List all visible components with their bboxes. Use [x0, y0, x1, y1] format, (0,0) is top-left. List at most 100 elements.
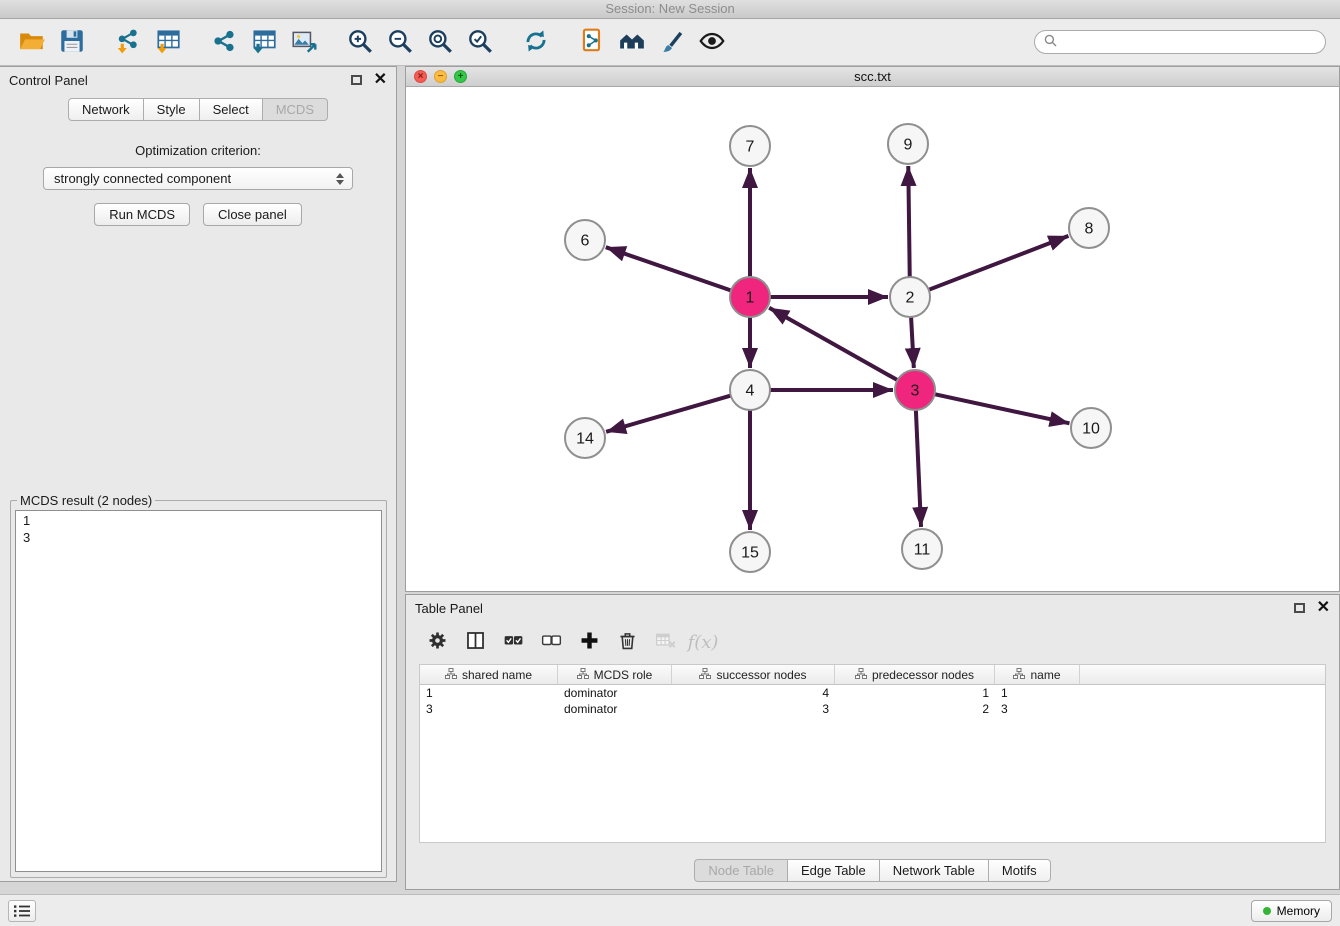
- node-7[interactable]: 7: [730, 126, 770, 166]
- table-tab-node-table[interactable]: Node Table: [694, 859, 788, 882]
- delete-table-button[interactable]: [650, 628, 680, 656]
- image-export-icon: [290, 27, 318, 58]
- node-4[interactable]: 4: [730, 370, 770, 410]
- svg-text:8: 8: [1085, 221, 1094, 238]
- edge-3-10[interactable]: [935, 394, 1070, 423]
- apply-layout-button[interactable]: [516, 23, 556, 61]
- search-input[interactable]: [1063, 35, 1316, 49]
- node-3[interactable]: 3: [895, 370, 935, 410]
- deselect-all-rows-button[interactable]: [536, 628, 566, 656]
- trash-icon: [616, 629, 639, 655]
- optimization-criterion-select[interactable]: strongly connected component: [43, 167, 353, 190]
- node-15[interactable]: 15: [730, 532, 770, 572]
- zoom-fit-content-button[interactable]: [420, 23, 460, 61]
- column-header-name[interactable]: name: [995, 665, 1080, 685]
- column-header-shared-name[interactable]: shared name: [420, 665, 558, 685]
- apply-style-button[interactable]: [652, 23, 692, 61]
- svg-text:2: 2: [906, 290, 915, 307]
- edge-4-14[interactable]: [606, 396, 731, 432]
- table-row[interactable]: 1dominator411: [420, 685, 1325, 701]
- unchecked-boxes-icon: [540, 629, 563, 655]
- table-row[interactable]: 3dominator323: [420, 701, 1325, 717]
- node-11[interactable]: 11: [902, 529, 942, 569]
- network-overview-home-button[interactable]: [612, 23, 652, 61]
- float-table-panel-icon[interactable]: [1294, 603, 1305, 613]
- mcds-result-title: MCDS result (2 nodes): [17, 493, 155, 508]
- save-session-button[interactable]: [52, 23, 92, 61]
- fx-icon: f(x): [688, 632, 719, 653]
- search-box[interactable]: [1034, 30, 1326, 54]
- new-table-button[interactable]: [244, 23, 284, 61]
- node-8[interactable]: 8: [1069, 208, 1109, 248]
- node-9[interactable]: 9: [888, 124, 928, 164]
- delete-column-button[interactable]: [612, 628, 642, 656]
- node-10[interactable]: 10: [1071, 408, 1111, 448]
- control-panel-tabs: NetworkStyleSelectMCDS: [0, 98, 396, 121]
- add-column-button[interactable]: [574, 628, 604, 656]
- table-tab-motifs[interactable]: Motifs: [989, 859, 1051, 882]
- node-1[interactable]: 1: [730, 277, 770, 317]
- control-panel-header: Control Panel ✕: [0, 67, 396, 93]
- mcds-result-line: 1: [23, 512, 374, 529]
- svg-text:4: 4: [746, 383, 755, 400]
- close-table-panel-icon[interactable]: ✕: [1317, 602, 1330, 614]
- import-table-icon: [154, 27, 182, 58]
- svg-text:15: 15: [741, 545, 759, 562]
- column-header-mcds-role[interactable]: MCDS role: [558, 665, 672, 685]
- edge-3-1[interactable]: [769, 308, 897, 380]
- tab-select[interactable]: Select: [200, 98, 263, 121]
- zoom-selected-region-button[interactable]: [460, 23, 500, 61]
- open-session-button[interactable]: [12, 23, 52, 61]
- show-columns-button[interactable]: [460, 628, 490, 656]
- status-bar: Memory: [0, 894, 1340, 926]
- zoom-in-button[interactable]: [340, 23, 380, 61]
- zoom-out-button[interactable]: [380, 23, 420, 61]
- tab-network[interactable]: Network: [68, 98, 144, 121]
- table-panel: Table Panel ✕ f(x) shared nameMCDS roles…: [405, 594, 1340, 890]
- column-header-filler: [1080, 665, 1325, 685]
- table-tab-edge-table[interactable]: Edge Table: [788, 859, 880, 882]
- table-tab-network-table[interactable]: Network Table: [880, 859, 989, 882]
- tab-style[interactable]: Style: [144, 98, 200, 121]
- edge-2-8[interactable]: [929, 236, 1069, 290]
- select-all-rows-button[interactable]: [498, 628, 528, 656]
- refresh-icon: [522, 27, 550, 58]
- function-builder-button[interactable]: f(x): [688, 628, 718, 656]
- list-icon: [13, 904, 31, 918]
- network-document-button[interactable]: [572, 23, 612, 61]
- control-panel: Control Panel ✕ NetworkStyleSelectMCDS O…: [0, 66, 397, 882]
- table-settings-button[interactable]: [422, 628, 452, 656]
- column-header-successor-nodes[interactable]: successor nodes: [672, 665, 835, 685]
- attribute-icon: [445, 668, 457, 682]
- task-history-button[interactable]: [8, 900, 36, 922]
- column-header-predecessor-nodes[interactable]: predecessor nodes: [835, 665, 995, 685]
- import-table-from-file-button[interactable]: [148, 23, 188, 61]
- window-zoom-button[interactable]: +: [454, 70, 467, 83]
- export-image-button[interactable]: [284, 23, 324, 61]
- node-2[interactable]: 2: [890, 277, 930, 317]
- svg-text:7: 7: [746, 139, 755, 156]
- node-14[interactable]: 14: [565, 418, 605, 458]
- network-canvas[interactable]: 7 9 6 8 1 2 4 3 14 10 15 11: [406, 87, 1339, 591]
- import-network-from-file-button[interactable]: [108, 23, 148, 61]
- close-panel-icon[interactable]: ✕: [374, 74, 387, 86]
- gear-icon: [426, 629, 449, 655]
- edge-2-9[interactable]: [908, 166, 909, 277]
- new-network-button[interactable]: [204, 23, 244, 61]
- show-hide-button[interactable]: [692, 23, 732, 61]
- edge-2-3[interactable]: [911, 317, 914, 368]
- mcds-result-box[interactable]: 13: [15, 510, 382, 872]
- edge-3-11[interactable]: [916, 410, 921, 527]
- node-6[interactable]: 6: [565, 220, 605, 260]
- tab-mcds[interactable]: MCDS: [263, 98, 328, 121]
- svg-text:11: 11: [914, 542, 931, 559]
- edge-1-6[interactable]: [606, 247, 731, 290]
- svg-text:14: 14: [576, 431, 594, 448]
- window-close-button[interactable]: ×: [414, 70, 427, 83]
- float-panel-icon[interactable]: [351, 75, 362, 85]
- memory-button[interactable]: Memory: [1251, 900, 1332, 922]
- window-minimize-button[interactable]: −: [434, 70, 447, 83]
- close-panel-button[interactable]: Close panel: [203, 203, 302, 226]
- window-title: Session: New Session: [605, 1, 734, 16]
- run-mcds-button[interactable]: Run MCDS: [94, 203, 190, 226]
